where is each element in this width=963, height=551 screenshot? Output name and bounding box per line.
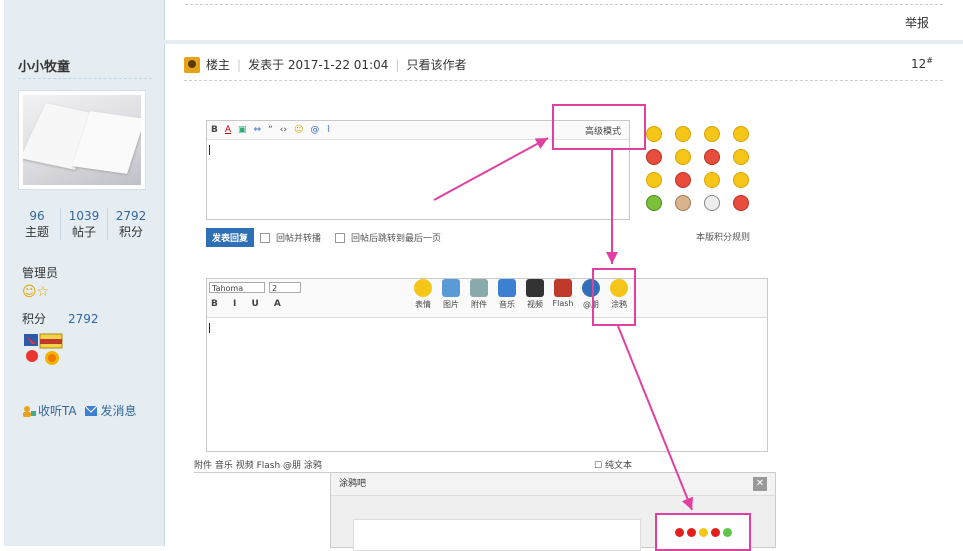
separator: | (395, 57, 400, 72)
divider (185, 4, 943, 5)
user-group[interactable]: 管理员 (22, 264, 58, 281)
message-label: 发消息 (100, 404, 137, 418)
stat-value: 1039 (68, 209, 100, 223)
rank-badges: ☺☆ (22, 284, 49, 300)
points-row: 积分 2792 (22, 310, 99, 327)
owner-label: 楼主 (206, 58, 231, 72)
follow-link[interactable]: 收听TA (22, 402, 77, 419)
stat-label: 积分 (118, 225, 143, 239)
stat-posts[interactable]: 1039 帖子 (60, 208, 107, 240)
report-link[interactable]: 举报 (905, 14, 929, 31)
divider (18, 78, 152, 79)
author-actions: 收听TA 发消息 (22, 402, 136, 420)
author-username[interactable]: 小小牧童 (18, 56, 70, 75)
smiley-icon: ☺ (22, 284, 37, 300)
post-image[interactable]: B A ▣ ⇔ “ ‹› ☺ @ ⌇ 高级模式 发表回复 回帖并转播 回帖后跳转… (194, 100, 776, 551)
star-icon: ☆ (36, 284, 50, 300)
floor-sup: # (926, 56, 933, 65)
author-sidebar: 小小牧童 96 主题 1039 帖子 2792 积分 管理员 ☺☆ 积分 2792 (4, 44, 165, 546)
stat-label: 主题 (24, 225, 49, 239)
author-stats: 96 主题 1039 帖子 2792 积分 (14, 208, 154, 240)
avatar-image (23, 95, 141, 185)
floor-number[interactable]: 12# (911, 56, 933, 71)
points-value: 2792 (68, 312, 99, 326)
medal-heart-icon (26, 350, 38, 362)
floor-value: 12 (911, 57, 927, 71)
arrow-to-advanced (433, 137, 549, 201)
sidebar-top-cell (4, 0, 165, 40)
stat-threads[interactable]: 96 主题 (14, 208, 60, 240)
medal-icons[interactable] (22, 332, 68, 368)
only-author-link[interactable]: 只看该作者 (406, 56, 466, 73)
follow-icon (23, 405, 36, 417)
annotation-arrows (433, 137, 694, 511)
post-time: 发表于 2017-1-22 01:04 (248, 58, 389, 72)
mail-icon (85, 405, 98, 416)
stat-points[interactable]: 2792 积分 (107, 208, 154, 240)
follow-label: 收听TA (38, 404, 77, 418)
post-header: 楼主 | 发表于 2017-1-22 01:04 | 只看该作者 (184, 56, 466, 73)
arrow-to-palette (617, 325, 694, 511)
message-link[interactable]: 发消息 (84, 402, 136, 419)
avatar[interactable] (18, 90, 146, 190)
points-label: 积分 (22, 312, 47, 326)
separator: | (237, 57, 242, 72)
stat-value: 2792 (115, 209, 147, 223)
stat-label: 帖子 (71, 225, 96, 239)
stat-value: 96 (29, 209, 45, 223)
prev-post-footer: 举报 (165, 0, 963, 40)
thread-owner-icon (184, 56, 200, 73)
divider (184, 80, 943, 81)
